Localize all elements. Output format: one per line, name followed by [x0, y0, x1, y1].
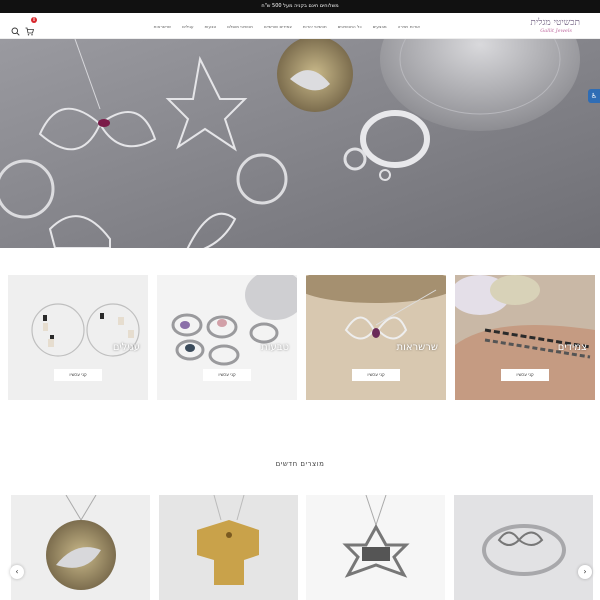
- logo-text: תכשיטי מגלית: [530, 18, 580, 28]
- accessibility-icon: ♿: [590, 92, 598, 100]
- product-card[interactable]: [454, 495, 593, 600]
- chevron-right-icon: ›: [583, 567, 587, 576]
- category-card-bracelets[interactable]: צמידים קני עכשיו: [455, 275, 595, 400]
- category-title: טבעות: [261, 342, 289, 353]
- category-card-earrings[interactable]: עגילים קני עכשיו: [8, 275, 148, 400]
- bracelets-image: [455, 275, 595, 400]
- shop-now-button[interactable]: קני עכשיו: [501, 369, 549, 381]
- product-image: [306, 495, 445, 600]
- site-header: תכשיטי מגלית Gallit Jewels שרשראות עגילי…: [0, 13, 600, 39]
- category-card-necklaces[interactable]: שרשראות קני עכשיו: [306, 275, 446, 400]
- nav-item-about[interactable]: אודות ויצירה: [398, 24, 420, 29]
- nav-item-muslim-jewelry[interactable]: תכשיטי מוסלם: [227, 24, 253, 29]
- category-card-rings[interactable]: טבעות קני עכשיו: [157, 275, 297, 400]
- logo-subtext: Gallit Jewels: [540, 28, 572, 34]
- hero-banner: ♿: [0, 39, 600, 248]
- product-card[interactable]: [306, 495, 445, 600]
- new-products-title: מוצרים חדשים: [275, 460, 325, 468]
- nav-item-all-jewelry[interactable]: כל התכשיטים: [338, 24, 362, 29]
- main-nav: שרשראות עגילים טבעות תכשיטי מוסלם צמידים…: [154, 13, 420, 39]
- cart-count-badge: 0: [31, 17, 37, 23]
- nav-item-rings[interactable]: טבעות: [205, 24, 217, 29]
- announcement-bar: משלוחים חינם בקניה מעל 500 ש"ח: [0, 0, 600, 13]
- nav-item-necklaces[interactable]: שרשראות: [154, 24, 171, 29]
- earrings-image: [8, 275, 148, 400]
- accessibility-button[interactable]: ♿: [588, 89, 600, 103]
- product-card[interactable]: [159, 495, 298, 600]
- category-title: צמידים: [557, 342, 587, 353]
- product-image: [454, 495, 593, 600]
- nav-item-sales[interactable]: מבצעים: [373, 24, 387, 29]
- product-image: [159, 495, 298, 600]
- carousel-next-button[interactable]: ›: [578, 565, 592, 579]
- shop-now-button[interactable]: קני עכשיו: [352, 369, 400, 381]
- category-title: שרשראות: [396, 342, 438, 353]
- shop-now-button[interactable]: קני עכשיו: [54, 369, 102, 381]
- product-card[interactable]: [11, 495, 150, 600]
- search-button[interactable]: [11, 21, 20, 36]
- rings-image: [157, 275, 297, 400]
- product-image: [11, 495, 150, 600]
- carousel-prev-button[interactable]: ‹: [10, 565, 24, 579]
- cart-button[interactable]: 0: [25, 17, 37, 36]
- nav-item-judaica[interactable]: תכשיטי יהדות: [303, 24, 327, 29]
- site-logo[interactable]: תכשיטי מגלית Gallit Jewels: [522, 17, 580, 35]
- search-icon: [11, 27, 20, 36]
- hero-jewelry-image: [0, 39, 600, 248]
- shop-now-button[interactable]: קני עכשיו: [203, 369, 251, 381]
- category-title: עגילים: [112, 342, 140, 353]
- cart-icon: [25, 27, 35, 36]
- chevron-left-icon: ‹: [15, 567, 19, 576]
- nav-item-earrings[interactable]: עגילים: [182, 24, 193, 29]
- nav-item-bracelets[interactable]: צמידים שורשיים: [264, 24, 292, 29]
- necklaces-image: [306, 275, 446, 400]
